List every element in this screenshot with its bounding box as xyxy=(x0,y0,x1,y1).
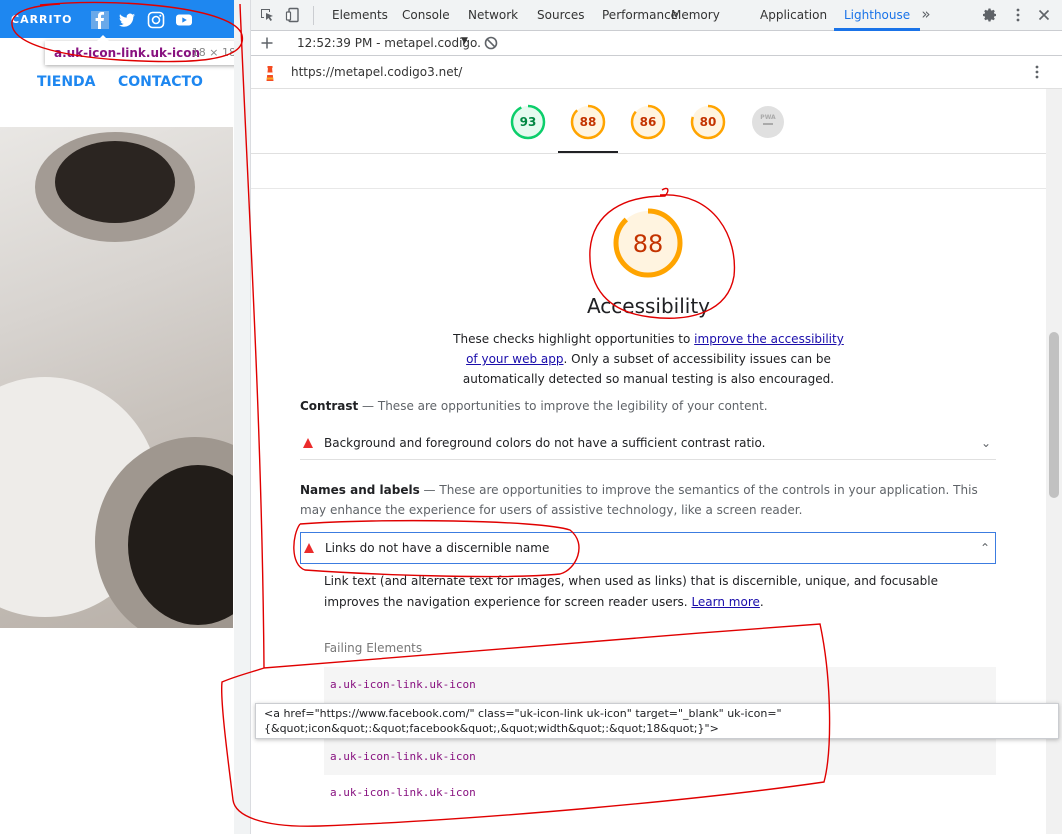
clear-icon[interactable] xyxy=(483,35,499,51)
failing-elements-label: Failing Elements xyxy=(324,641,423,655)
audit-description-text: Link text (and alternate text for images… xyxy=(324,574,938,609)
score-gauge[interactable]: PWA xyxy=(750,104,786,140)
lighthouse-toolbar: 12:52:39 PM - metapel.codigo. ▼ xyxy=(251,31,1062,56)
instagram-icon[interactable] xyxy=(147,11,165,29)
category-title: Accessibility xyxy=(586,294,711,318)
learn-more-link[interactable]: Learn more xyxy=(691,595,759,609)
category-description: These checks highlight opportunities to … xyxy=(446,329,851,389)
tooltip-selector: a.uk-icon-link.uk-icon xyxy=(54,46,200,60)
fail-triangle-icon xyxy=(303,438,313,448)
tooltip-size: 18 × 18 xyxy=(191,46,234,59)
audit-title: Links do not have a discernible name xyxy=(325,541,550,555)
gauge-score: PWA xyxy=(760,114,776,121)
group-description: These are opportunities to improve the l… xyxy=(377,399,768,413)
close-icon[interactable] xyxy=(1036,7,1052,23)
description-text: These checks highlight opportunities to xyxy=(453,332,695,346)
tab-sources[interactable]: Sources xyxy=(537,0,584,31)
divider xyxy=(251,188,1046,189)
devtools-tab-bar: Elements Console Network Sources Performance… xyxy=(251,0,1062,31)
failing-element-row[interactable]: a.uk-icon-link.uk-icon xyxy=(324,775,996,811)
score-gauge[interactable]: 80 xyxy=(690,104,726,140)
tab-lighthouse[interactable]: Lighthouse xyxy=(844,0,910,31)
score-gauge[interactable]: 88 xyxy=(570,104,606,140)
audit-title: Background and foreground colors do not … xyxy=(324,436,766,450)
chevron-up-icon[interactable]: ⌃ xyxy=(980,541,990,555)
inspect-element-icon[interactable] xyxy=(259,7,275,23)
score-gauge[interactable]: 93 xyxy=(510,104,546,140)
tab-network[interactable]: Network xyxy=(468,0,518,31)
audit-description: Link text (and alternate text for images… xyxy=(324,574,938,609)
scrollbar-thumb[interactable] xyxy=(1049,332,1059,498)
gauge-score: 88 xyxy=(580,115,597,129)
nav-tienda[interactable]: TIENDA xyxy=(37,74,96,90)
tab-console[interactable]: Console xyxy=(402,0,450,31)
tab-performance[interactable]: Performance xyxy=(602,0,678,31)
gauge-score: 86 xyxy=(640,115,657,129)
facebook-icon[interactable] xyxy=(91,11,109,29)
chevron-down-icon[interactable]: ▼ xyxy=(461,36,468,46)
nav-contacto[interactable]: CONTACTO xyxy=(118,74,203,90)
audit-contrast[interactable]: Background and foreground colors do not … xyxy=(300,428,996,460)
contrast-group-header: Contrast — These are opportunities to im… xyxy=(300,399,768,413)
site-top-bar: CARRITO xyxy=(0,0,234,38)
hero-image xyxy=(0,127,233,628)
chevron-down-icon[interactable]: ⌄ xyxy=(981,436,991,450)
tab-elements[interactable]: Elements xyxy=(332,0,388,31)
website-pane: CARRITO a.uk-icon-link.uk-icon 18 × 18 T… xyxy=(0,0,234,834)
cart-link[interactable]: CARRITO xyxy=(11,13,72,26)
group-title: Contrast xyxy=(300,399,359,413)
report-url-bar: https://metapel.codigo3.net/ xyxy=(251,56,1062,89)
twitter-icon[interactable] xyxy=(118,11,136,29)
lighthouse-logo-icon xyxy=(265,65,275,82)
more-options-icon[interactable] xyxy=(1029,64,1045,80)
failing-element-row[interactable]: a.uk-icon-link.uk-icon xyxy=(324,739,996,775)
fail-triangle-icon xyxy=(304,543,314,553)
tab-memory[interactable]: Memory xyxy=(671,0,720,31)
score-gauge[interactable]: 86 xyxy=(630,104,666,140)
cup-inner-shape xyxy=(55,141,175,223)
gear-icon[interactable] xyxy=(982,7,998,23)
device-toolbar-icon[interactable] xyxy=(285,7,301,23)
report-selector[interactable]: 12:52:39 PM - metapel.codigo. xyxy=(297,36,481,50)
youtube-icon[interactable] xyxy=(175,11,193,29)
tab-application[interactable]: Application xyxy=(760,0,827,31)
element-tooltip: a.uk-icon-link.uk-icon 18 × 18 xyxy=(45,35,234,65)
failing-element-row[interactable]: a.uk-icon-link.uk-icon xyxy=(324,667,996,703)
more-options-icon[interactable] xyxy=(1010,7,1026,23)
group-title: Names and labels xyxy=(300,483,420,497)
pane-splitter[interactable] xyxy=(234,0,251,834)
category-score-gauge: 88 xyxy=(613,208,683,278)
category-score: 88 xyxy=(633,230,664,258)
new-report-icon[interactable] xyxy=(259,35,275,51)
toolbar-divider xyxy=(313,6,314,25)
element-snippet-tooltip: <a href="https://www.facebook.com/" clas… xyxy=(255,703,1059,739)
report-url[interactable]: https://metapel.codigo3.net/ xyxy=(291,65,462,79)
more-tabs-icon[interactable]: » xyxy=(918,6,934,22)
gauge-score: 80 xyxy=(700,115,717,129)
names-group-header: Names and labels — These are opportuniti… xyxy=(300,483,978,517)
divider xyxy=(251,153,1046,154)
audit-link-name[interactable]: Links do not have a discernible name ⌃ xyxy=(300,532,996,564)
gauge-score: 93 xyxy=(520,115,537,129)
